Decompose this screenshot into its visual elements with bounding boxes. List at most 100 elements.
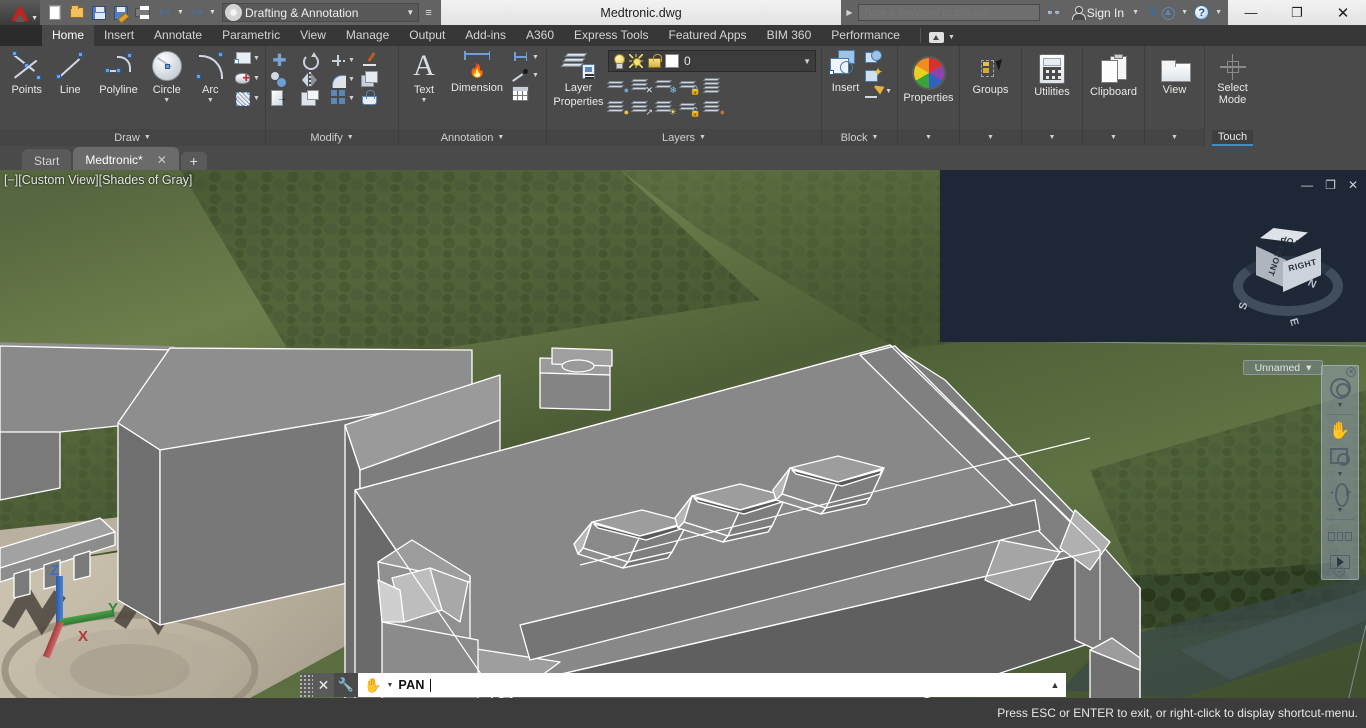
command-line[interactable]: ✕ 🔧 ✋ ▼ PAN ▲ — [300, 673, 1066, 697]
command-line-close-button[interactable]: ✕ — [313, 673, 334, 697]
match-properties-button[interactable] — [361, 52, 391, 69]
polyline-button[interactable]: Polyline — [92, 50, 145, 96]
utilities-button[interactable]: Utilities — [1027, 54, 1077, 98]
panel-view-title[interactable]: ▼ — [1145, 129, 1204, 146]
ribbon-tab-insert[interactable]: Insert — [94, 25, 144, 46]
window-close-button[interactable]: ✕ — [1320, 0, 1366, 25]
chevron-down-icon[interactable]: ▼ — [348, 95, 355, 102]
viewcube[interactable]: TOP RIGHT FRONT N E S W Unnamed ▾ — [1228, 208, 1348, 375]
layer-turn-all-on-icon[interactable]: ↗ — [630, 98, 653, 117]
move-button[interactable]: ✚ — [271, 52, 301, 69]
chevron-down-icon[interactable]: ▼ — [386, 682, 393, 689]
file-tab-medtronic[interactable]: Medtronic* ✕ — [73, 147, 179, 170]
hatch-button[interactable]: ▼ — [234, 90, 260, 107]
chevron-down-icon[interactable]: ▼ — [532, 72, 539, 79]
chevron-down-icon[interactable]: ▼ — [253, 95, 260, 102]
undo-button[interactable]: ↩ — [154, 2, 175, 23]
plot-button[interactable] — [132, 2, 153, 23]
navbar-close-icon[interactable]: ✕ — [1346, 367, 1356, 377]
command-input-area[interactable]: ✋ ▼ PAN — [358, 673, 1044, 697]
arc-dropdown-caret-icon[interactable]: ▼ — [207, 97, 214, 104]
text-button[interactable]: A Text ▼ — [404, 50, 444, 105]
drawing-viewport[interactable]: [−][Custom View][Shades of Gray] — ❐ ✕ T… — [0, 170, 1366, 698]
touch-mode-button[interactable]: Touch — [1205, 129, 1260, 146]
ribbon-tab-view[interactable]: View — [290, 25, 336, 46]
properties-button[interactable]: Properties — [903, 56, 954, 104]
window-minimize-button[interactable]: — — [1228, 0, 1274, 25]
linear-dimension-button[interactable]: ▼ — [512, 50, 539, 65]
ribbon-tab-manage[interactable]: Manage — [336, 25, 399, 46]
panel-annotation-title[interactable]: Annotation ▼ — [399, 129, 546, 146]
chevron-down-icon[interactable]: ▼ — [803, 57, 811, 66]
ribbon-tab-bim360[interactable]: BIM 360 — [757, 25, 822, 46]
redo-button[interactable]: ↪ — [186, 2, 207, 23]
layer-match-icon[interactable]: ● — [702, 98, 725, 117]
ribbon-tab-output[interactable]: Output — [399, 25, 455, 46]
close-icon[interactable]: ✕ — [157, 153, 167, 167]
edit-attributes-button[interactable] — [865, 65, 892, 82]
new-button[interactable] — [44, 2, 65, 23]
panel-modify-title[interactable]: Modify ▼ — [266, 129, 398, 146]
redo-dropdown-caret-icon[interactable]: ▼ — [208, 9, 217, 16]
window-restore-button[interactable]: ❐ — [1274, 0, 1320, 25]
panel-clipboard-title[interactable]: ▼ — [1083, 129, 1144, 146]
dimension-button[interactable]: 🔥 Dimension — [444, 50, 510, 94]
navbar-customize-icon[interactable]: − — [1334, 566, 1345, 577]
layer-dropdown[interactable]: 0 ▼ — [608, 50, 816, 72]
command-line-customize-button[interactable]: 🔧 — [334, 673, 358, 697]
circle-dropdown-caret-icon[interactable]: ▼ — [163, 97, 170, 104]
ribbon-tab-annotate[interactable]: Annotate — [144, 25, 212, 46]
new-file-tab-button[interactable]: + — [180, 152, 207, 170]
leader-button[interactable]: ▼ — [512, 68, 539, 83]
panel-utilities-title[interactable]: ▼ — [1022, 129, 1082, 146]
navigation-bar[interactable]: ✕ ▼ ✋ ▼ ▼ − — [1321, 365, 1359, 580]
panel-groups-title[interactable]: ▼ — [960, 129, 1021, 146]
sign-in-caret-icon[interactable]: ▼ — [1126, 9, 1145, 16]
groups-button[interactable]: Groups — [965, 58, 1016, 96]
showmotion-button[interactable] — [1327, 524, 1353, 548]
chevron-down-icon[interactable]: ▼ — [253, 75, 260, 82]
search-expand-caret-icon[interactable]: ▶ — [841, 8, 857, 17]
ribbon-tab-performance[interactable]: Performance — [821, 25, 910, 46]
block-editor-button[interactable]: ▼ — [865, 84, 892, 99]
clipboard-button[interactable]: Clipboard — [1088, 54, 1139, 98]
ribbon-tab-parametric[interactable]: Parametric — [212, 25, 290, 46]
ribbon-tab-express-tools[interactable]: Express Tools — [564, 25, 658, 46]
chevron-down-icon[interactable]: ▼ — [532, 54, 539, 61]
viewport-close-button[interactable]: ✕ — [1348, 178, 1358, 192]
saveas-button[interactable] — [110, 2, 131, 23]
ribbon-tab-a360[interactable]: A360 — [516, 25, 564, 46]
minimize-ribbon-button[interactable]: ▼ — [928, 32, 955, 43]
line-button[interactable]: Line — [49, 50, 93, 96]
command-line-drag-handle[interactable] — [300, 673, 313, 697]
layer-unlock-icon[interactable] — [648, 54, 662, 68]
fillet-button[interactable]: ▼ — [331, 71, 361, 88]
circle-button[interactable]: Circle ▼ — [145, 50, 189, 104]
extrude-button[interactable] — [271, 90, 301, 107]
rotate-button[interactable] — [301, 52, 331, 70]
layer-make-current-icon[interactable] — [702, 76, 724, 94]
chevron-down-icon[interactable]: ▼ — [1337, 471, 1344, 479]
ribbon-tab-addins[interactable]: Add-ins — [455, 25, 516, 46]
layer-isolate-icon[interactable]: ● — [606, 76, 629, 95]
command-history-expand-button[interactable]: ▲ — [1044, 673, 1066, 697]
save-button[interactable] — [88, 2, 109, 23]
panel-properties-title[interactable]: ▼ — [898, 129, 959, 146]
chevron-down-icon[interactable]: ▼ — [348, 57, 355, 64]
qat-overflow-button[interactable]: ≡ — [420, 7, 436, 19]
chevron-down-icon[interactable]: ▼ — [1337, 507, 1344, 515]
layer-unisolate-icon[interactable]: ● — [606, 98, 629, 117]
file-tab-start[interactable]: Start — [22, 149, 72, 170]
layer-freeze-icon[interactable]: ❄ — [654, 76, 677, 95]
3d-box-button[interactable] — [361, 71, 391, 88]
gradient-button[interactable]: ✚ ▼ — [234, 70, 260, 87]
search-binoculars-icon[interactable]: 👓 — [1040, 5, 1068, 21]
panel-draw-title[interactable]: Draw ▼ — [0, 129, 265, 146]
create-block-button[interactable] — [865, 50, 892, 65]
help-icon[interactable]: ? — [1194, 5, 1210, 20]
undo-dropdown-caret-icon[interactable]: ▼ — [176, 9, 185, 16]
chevron-down-icon[interactable]: ▼ — [1337, 402, 1344, 410]
3d-move-button[interactable] — [271, 71, 301, 88]
sweep-button[interactable] — [361, 90, 391, 107]
layer-thaw-all-icon[interactable]: ☀ — [654, 98, 677, 117]
